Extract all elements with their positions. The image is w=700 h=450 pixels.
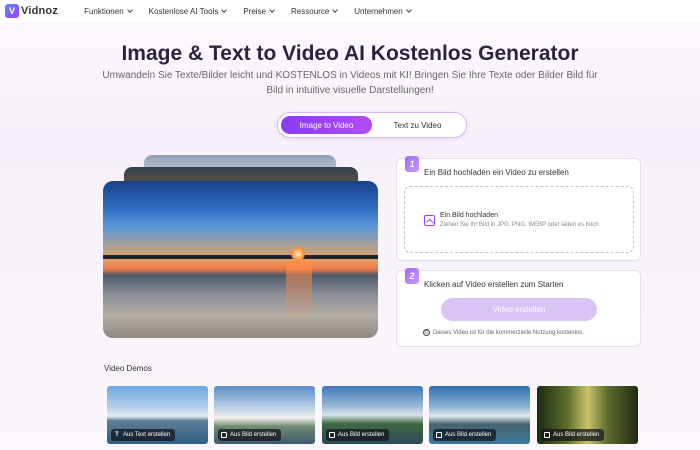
nav-item-unternehmen[interactable]: Unternehmen xyxy=(354,6,412,16)
top-nav: V Vidnoz Funktionen Kostenlose AI Tools … xyxy=(0,0,700,22)
create-video-button[interactable]: Video erstellen xyxy=(441,298,597,321)
step-number-badge: 1 xyxy=(405,156,419,172)
nav-item-funktionen[interactable]: Funktionen xyxy=(84,6,133,16)
nav-item-label: Ressource xyxy=(291,6,330,16)
chevron-down-icon xyxy=(332,7,339,13)
logo-text: Vidnoz xyxy=(21,5,59,17)
image-upload-icon xyxy=(424,215,435,226)
chevron-down-icon xyxy=(126,7,133,13)
nav-item-ressource[interactable]: Ressource xyxy=(291,6,339,16)
page-title: Image & Text to Video AI Kostenlos Gener… xyxy=(121,42,579,65)
demo-badge-label: Aus Bild erstellen xyxy=(230,432,277,438)
logo[interactable]: V Vidnoz xyxy=(5,4,58,18)
upload-dropzone[interactable]: Ein Bild hochladen Ziehen Sie Ihr Bild i… xyxy=(404,186,634,253)
image-icon xyxy=(544,432,550,438)
image-icon xyxy=(221,432,227,438)
demo-thumbnail[interactable]: Aus Bild erstellen xyxy=(322,386,423,444)
preview-image-sunset xyxy=(103,181,378,338)
step-number-badge: 2 xyxy=(405,268,419,284)
image-icon xyxy=(329,432,335,438)
tab-text-to-video[interactable]: Text zu Video xyxy=(372,116,463,134)
chevron-down-icon xyxy=(221,7,228,13)
text-icon: T xyxy=(115,432,119,438)
sun-reflection xyxy=(286,261,312,321)
nav-item-label: Funktionen xyxy=(84,6,124,16)
page-subtitle: Umwandeln Sie Texte/Bilder leicht und KO… xyxy=(102,70,598,96)
sun xyxy=(291,247,305,261)
logo-icon: V xyxy=(5,4,19,18)
step1-panel: 1 Ein Bild hochladen ein Video zu erstel… xyxy=(396,156,641,261)
step2-panel: 2 Klicken auf Video erstellen zum Starte… xyxy=(396,268,641,347)
image-icon xyxy=(436,432,442,438)
demo-thumbnail[interactable]: T Aus Text erstellen xyxy=(107,386,208,444)
nav-item-ai-tools[interactable]: Kostenlose AI Tools xyxy=(148,6,228,16)
nav-menu: Funktionen Kostenlose AI Tools Preise Re… xyxy=(84,7,428,16)
demo-badge: Aus Bild erstellen xyxy=(218,429,282,441)
demo-badge-label: Aus Bild erstellen xyxy=(553,432,600,438)
demo-badge: Aus Bild erstellen xyxy=(433,429,497,441)
chevron-down-icon xyxy=(269,7,275,13)
demo-thumbnail[interactable]: Aus Bild erstellen xyxy=(429,386,530,444)
notice-text: Dieses Video ist für die kommerzielle Nu… xyxy=(433,329,584,336)
tab-image-to-video[interactable]: Image to Video xyxy=(281,116,372,134)
step1-title: Ein Bild hochladen ein Video zu erstelle… xyxy=(424,168,569,177)
upload-title: Ein Bild hochladen xyxy=(440,212,498,219)
demo-badge-label: Aus Text erstellen xyxy=(123,432,171,438)
copyright-icon: © xyxy=(423,329,430,336)
horizon xyxy=(103,255,378,259)
demo-badge-label: Aus Bild erstellen xyxy=(338,432,385,438)
nav-item-label: Preise xyxy=(243,6,267,16)
upload-hint: Ziehen Sie Ihr Bild in JPG, PNG, WEBP od… xyxy=(440,222,599,228)
demo-thumbnail[interactable]: Aus Bild erstellen xyxy=(214,386,315,444)
demo-list: T Aus Text erstellen Aus Bild erstellen A… xyxy=(107,386,638,446)
step2-title: Klicken auf Video erstellen zum Starten xyxy=(424,280,564,289)
demos-title: Video Demos xyxy=(104,364,152,373)
nav-item-preise[interactable]: Preise xyxy=(243,6,275,16)
nav-item-label: Kostenlose AI Tools xyxy=(148,6,219,16)
demo-badge-label: Aus Bild erstellen xyxy=(445,432,492,438)
demo-badge: T Aus Text erstellen xyxy=(111,429,176,441)
demo-badge: Aus Bild erstellen xyxy=(541,429,605,441)
commercial-use-notice: © Dieses Video ist für die kommerzielle … xyxy=(423,329,584,336)
mode-toggle: Image to Video Text zu Video xyxy=(277,112,467,138)
chevron-down-icon xyxy=(405,7,412,13)
demo-badge: Aus Bild erstellen xyxy=(326,429,390,441)
demo-thumbnail[interactable]: Aus Bild erstellen xyxy=(537,386,638,444)
nav-item-label: Unternehmen xyxy=(354,6,403,16)
